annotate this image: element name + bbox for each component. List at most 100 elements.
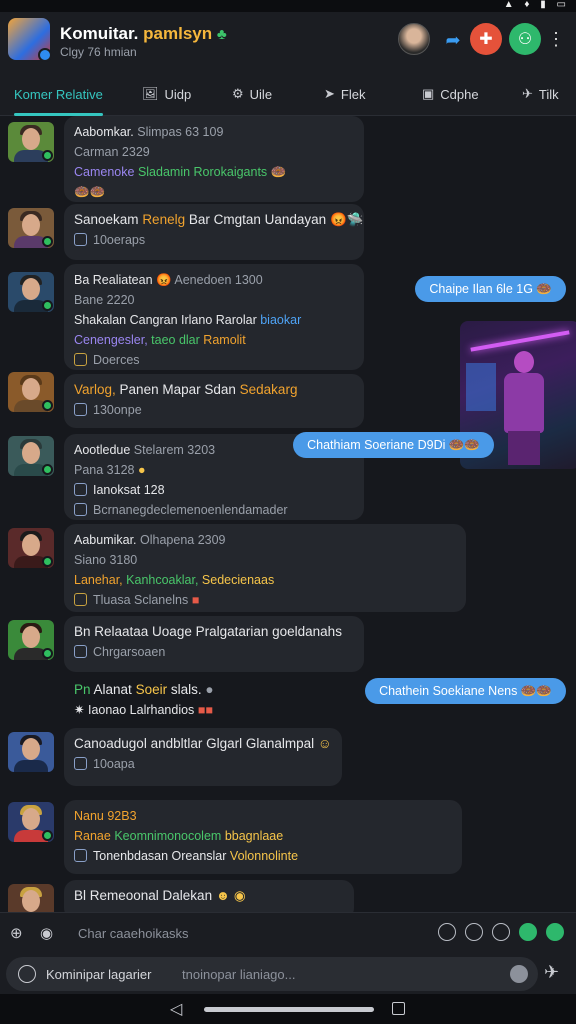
- system-nav-bar: ◁: [0, 994, 576, 1024]
- message-text: Soeir: [135, 682, 168, 697]
- message-text: Volonnolinte: [229, 849, 299, 863]
- red-action-icon[interactable]: ✚: [470, 23, 502, 55]
- message-bubble[interactable]: Canoadugol andbltlar Glgarl Glanalmpal ☺…: [64, 728, 342, 786]
- mic-icon[interactable]: [510, 965, 528, 983]
- group-avatar[interactable]: [8, 18, 52, 62]
- recents-icon[interactable]: [392, 1002, 405, 1015]
- input-label: Kominipar lagarier: [46, 967, 152, 982]
- message-meta: Chrgarsoaen: [93, 645, 166, 659]
- more-vert-icon[interactable]: ⋮: [547, 23, 565, 55]
- message-meta: Bcrnanegdeclemenoenlendamader: [93, 503, 288, 517]
- outgoing-bubble[interactable]: Chathein Soekiane Nens 🍩🍩: [365, 678, 566, 704]
- verified-icon: [38, 48, 52, 62]
- message-text: Tonenbdasan Oreanslar: [93, 849, 227, 863]
- message-text: Renelg: [142, 212, 186, 227]
- message-text: Ianoksat 128: [93, 483, 165, 497]
- calendar-icon: [74, 645, 87, 658]
- message-bubble[interactable]: Aabomkar. Slimpas 63 109 Carman 2329 Cam…: [64, 116, 364, 202]
- donut-emoji: 🍩🍩: [448, 438, 480, 452]
- clock-icon: [74, 757, 87, 770]
- message-list[interactable]: Aabomkar. Slimpas 63 109 Carman 2329 Cam…: [0, 116, 576, 912]
- clock-icon[interactable]: [438, 923, 456, 941]
- globe-icon[interactable]: [492, 923, 510, 941]
- share-icon[interactable]: ➦: [442, 29, 464, 51]
- tab-label: Flek: [340, 86, 366, 102]
- clock-icon: [74, 403, 87, 416]
- orb-emoji: ●: [205, 682, 214, 697]
- sender-avatar[interactable]: [8, 732, 54, 772]
- tab-label: Uidp: [164, 86, 192, 102]
- chat-subtitle: Clgy 76 hmian: [60, 45, 137, 59]
- message-bubble[interactable]: Pn Alanat Soeir slals. ● ✷ Iaonao Lalrha…: [64, 674, 274, 722]
- tab-uile[interactable]: ⚙ Uile: [232, 72, 272, 116]
- message-text: Shakalan Cangran Irlano Rarolar: [74, 313, 257, 327]
- composer-placeholder[interactable]: Char caaehoikasks: [78, 926, 189, 941]
- sender-avatar[interactable]: [8, 802, 54, 842]
- image-icon: 🖼: [142, 86, 159, 101]
- sender-avatar[interactable]: [8, 436, 54, 476]
- tab-tilk[interactable]: ✈ Tilk: [522, 72, 559, 116]
- emoji-row: ☻ ◉: [215, 888, 246, 903]
- sender-avatar[interactable]: [8, 620, 54, 660]
- club-icon: ♣: [216, 26, 227, 43]
- tab-label: Cdphe: [440, 86, 479, 102]
- message-text: Sedakarg: [239, 382, 298, 397]
- heart-icon[interactable]: [465, 923, 483, 941]
- message-text: Alanat: [93, 682, 132, 697]
- message-text: Lanehar,: [74, 573, 123, 587]
- message-bubble[interactable]: Sanoekam Renelg Bar Cmgtan Uandayan 😡🛸 1…: [64, 204, 364, 260]
- message-bubble[interactable]: Bl Remeoonal Dalekan ☻ ◉: [64, 880, 354, 912]
- tab-cdphe[interactable]: ▣ Cdphe: [422, 72, 479, 116]
- emoji-icon[interactable]: [18, 965, 36, 983]
- chat-title[interactable]: Komuitar. pamlsyn ♣: [60, 24, 227, 44]
- message-bubble[interactable]: Bn Relaataa Uoage Pralgatarian goeldanah…: [64, 616, 364, 672]
- sender-name: Aabumikar.: [74, 533, 137, 547]
- message-text: Sladamin Rorokaigants: [137, 165, 268, 179]
- outgoing-bubble[interactable]: Chathiam Soeriane D9Di 🍩🍩: [293, 432, 494, 458]
- tab-uidp[interactable]: 🖼 Uidp: [142, 72, 191, 116]
- online-badge: [42, 150, 53, 161]
- message-input-bar: Kominipar lagarier tnoinopar lianiago...…: [0, 954, 576, 994]
- attach-icon[interactable]: ⊕: [10, 924, 23, 942]
- title-accent: pamlsyn: [143, 24, 213, 43]
- title-main: Komuitar.: [60, 24, 139, 43]
- tab-komer-relative[interactable]: Komer Relative: [14, 72, 103, 116]
- sender-avatar[interactable]: [8, 122, 54, 162]
- message-text: Ranae: [74, 829, 111, 843]
- message-bubble[interactable]: Ba Realiatean 😡 Aenedoen 1300 Bane 2220 …: [64, 264, 364, 370]
- back-icon[interactable]: ◁: [170, 999, 182, 1019]
- message-bubble[interactable]: Aabumikar. Olhapena 2309 Siano 3180 Lane…: [64, 524, 466, 612]
- green-action-icon[interactable]: ⚇: [509, 23, 541, 55]
- user-avatar[interactable]: [398, 23, 430, 55]
- sender-avatar[interactable]: [8, 884, 54, 912]
- file-icon: [74, 353, 87, 366]
- sender-avatar[interactable]: [8, 372, 54, 412]
- outgoing-bubble[interactable]: Chaipe Ilan 6le 1G 🍩: [415, 276, 566, 302]
- tab-label: Tilk: [538, 86, 559, 102]
- message-text: Canoadugol andbltlar Glgarl Glanalmpal: [74, 736, 315, 751]
- send-icon[interactable]: ✈: [544, 962, 559, 983]
- sender-avatar[interactable]: [8, 208, 54, 248]
- green-action-icon[interactable]: [546, 923, 564, 941]
- tab-flek[interactable]: ➤ Flek: [324, 72, 365, 116]
- message-text: Ramolit: [203, 333, 246, 347]
- reaction-emoji[interactable]: 🍩🍩: [74, 182, 354, 202]
- message-input[interactable]: Kominipar lagarier tnoinopar lianiago...: [6, 957, 538, 991]
- status-icons: ▲ ♦ ▮ ▭: [503, 0, 570, 10]
- plane-icon: ✈: [522, 86, 533, 101]
- message-text: Bar Cmgtan Uandayan: [188, 212, 327, 227]
- file-icon: [74, 503, 87, 516]
- camera-icon[interactable]: ◉: [40, 924, 53, 942]
- green-status-icon[interactable]: [519, 923, 537, 941]
- home-handle[interactable]: [204, 1007, 374, 1012]
- message-bubble[interactable]: Varlog, Panen Mapar Sdan Sedakarg 130onp…: [64, 374, 364, 428]
- sender-avatar[interactable]: [8, 272, 54, 312]
- sender-avatar[interactable]: [8, 528, 54, 568]
- message-meta: 10oeraps: [93, 233, 146, 247]
- timestamp: Slimpas 63 109: [137, 125, 224, 139]
- message-meta: Iaonao Lalrhandios: [87, 703, 195, 717]
- message-bubble[interactable]: Nanu 92B3 Ranae Keomnimonocolem bbagnlaa…: [64, 800, 462, 874]
- message-text: Panen Mapar Sdan: [119, 382, 236, 397]
- message-text: Bn Relaataa Uoage Pralgatarian goeldanah…: [74, 624, 342, 639]
- smile-emoji: ☺: [317, 736, 332, 751]
